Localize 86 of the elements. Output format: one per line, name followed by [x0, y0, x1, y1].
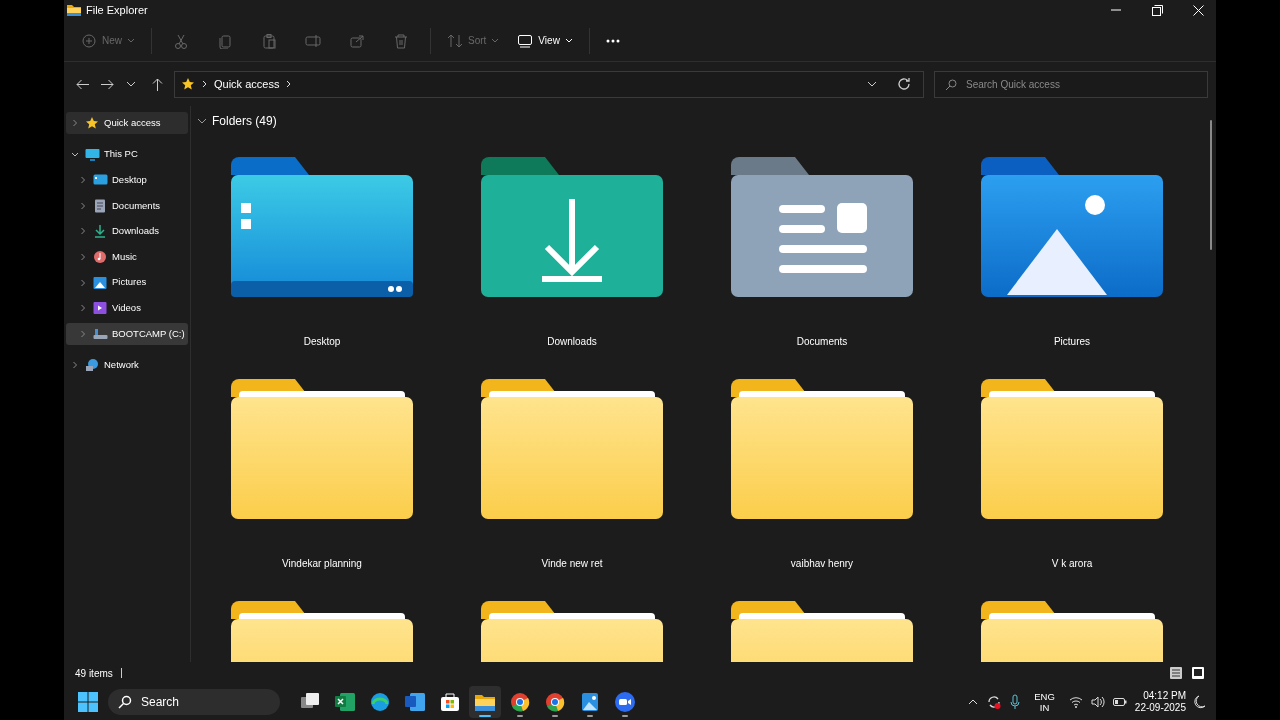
- browser-app-icon: [544, 691, 566, 713]
- collapse-chevron-icon[interactable]: [71, 150, 79, 159]
- video-meeting-app-icon: [614, 691, 636, 713]
- window-title: File Explorer: [86, 2, 148, 18]
- folder-app-button[interactable]: [469, 686, 501, 718]
- more-icon: [605, 38, 620, 43]
- folder-name[interactable]: V k arora: [1051, 556, 1093, 571]
- scissors-icon: [173, 32, 189, 49]
- monitor-icon: [517, 32, 534, 49]
- clipboard-icon: [261, 32, 277, 49]
- picture-icon: [93, 275, 108, 290]
- breadcrumb-link[interactable]: Quick access: [214, 75, 280, 93]
- caret-icon: [127, 37, 135, 44]
- folder-name[interactable]: vaibhav henry: [790, 556, 854, 571]
- copy-icon: [217, 32, 233, 49]
- folder-name[interactable]: Documents: [796, 334, 848, 349]
- close-icon: [1192, 4, 1204, 16]
- battery-icon[interactable]: [1112, 697, 1127, 707]
- store-app-icon: [439, 691, 461, 713]
- caret-icon: [564, 37, 573, 44]
- rename-icon: [305, 32, 321, 49]
- photo-app-icon: [579, 691, 601, 713]
- share-icon: [349, 32, 365, 49]
- view-button[interactable]: View: [510, 24, 580, 57]
- arrow-left-icon: [76, 77, 89, 91]
- arrow-up-icon: [151, 77, 164, 91]
- network-icon: [85, 358, 100, 373]
- speaker-icon[interactable]: [1090, 696, 1105, 708]
- address-bar[interactable]: Quick access: [174, 70, 924, 98]
- folder-name[interactable]: Desktop: [303, 334, 341, 349]
- tree-item[interactable]: Music: [66, 245, 188, 268]
- spreadsheet-app-icon: [334, 691, 356, 713]
- start-button[interactable]: [78, 692, 98, 712]
- tree-item[interactable]: Network: [66, 354, 188, 377]
- sync-icon[interactable]: [986, 694, 1003, 710]
- folder-name[interactable]: Vinde new ret: [541, 556, 603, 571]
- search-icon: [118, 695, 132, 709]
- trash-icon: [393, 32, 409, 49]
- browser-app-icon: [509, 691, 531, 713]
- folder-icon: [67, 4, 81, 16]
- scrollbar-thumb[interactable]: [1210, 120, 1212, 250]
- language-indicator[interactable]: ENG IN: [1034, 690, 1055, 714]
- document-icon: [93, 198, 108, 213]
- section-header[interactable]: Folders (49): [212, 112, 277, 130]
- tree-item[interactable]: Quick access: [66, 112, 188, 134]
- download-icon: [93, 224, 108, 239]
- folder-name[interactable]: Downloads: [547, 334, 597, 349]
- chevron-icon: [285, 80, 293, 88]
- tree-item[interactable]: Desktop: [66, 169, 188, 192]
- caret-icon: [491, 37, 500, 44]
- document-app-icon: [404, 691, 426, 713]
- search-icon: [945, 78, 957, 91]
- tree-item[interactable]: This PC: [66, 143, 188, 166]
- chevron-up-icon[interactable]: [968, 699, 979, 705]
- item-count: 49 items: [75, 666, 113, 681]
- restore-icon: [1151, 4, 1163, 16]
- desktop-icon: [93, 173, 108, 188]
- folder-name[interactable]: Pictures: [1053, 334, 1091, 349]
- sort-icon: [447, 32, 463, 49]
- microphone-icon[interactable]: [1010, 694, 1021, 710]
- search-field[interactable]: Search Quick access: [934, 70, 1208, 98]
- tree-item[interactable]: Pictures: [66, 271, 188, 294]
- arrow-right-icon: [101, 77, 114, 91]
- taskbar-search[interactable]: Search: [108, 689, 280, 715]
- music-icon: [93, 249, 108, 264]
- tree-item[interactable]: BOOTCAMP (C:): [66, 322, 188, 345]
- tree-item[interactable]: Downloads: [66, 220, 188, 243]
- collapse-chevron-icon[interactable]: [197, 117, 207, 125]
- tree-item[interactable]: Documents: [66, 194, 188, 217]
- dropdown-icon[interactable]: [867, 80, 877, 88]
- wifi-icon[interactable]: [1068, 696, 1083, 708]
- chevron-icon: [201, 80, 208, 88]
- computer-icon: [85, 147, 100, 162]
- star-icon: [85, 116, 100, 130]
- clock[interactable]: 04:12 PM 22-09-2025: [1134, 689, 1186, 715]
- browser-app-icon: [369, 691, 391, 713]
- tiles-view-icon[interactable]: [1191, 666, 1205, 680]
- refresh-icon[interactable]: [897, 77, 911, 91]
- details-view-icon[interactable]: [1169, 666, 1183, 680]
- drive-icon: [93, 326, 108, 341]
- moon-icon[interactable]: [1194, 695, 1206, 709]
- plus-circle-icon: [81, 32, 97, 49]
- star-icon: [181, 77, 195, 91]
- folder-name[interactable]: Vindekar planning: [282, 556, 362, 571]
- video-icon: [93, 301, 108, 316]
- tree-item[interactable]: Videos: [66, 297, 188, 320]
